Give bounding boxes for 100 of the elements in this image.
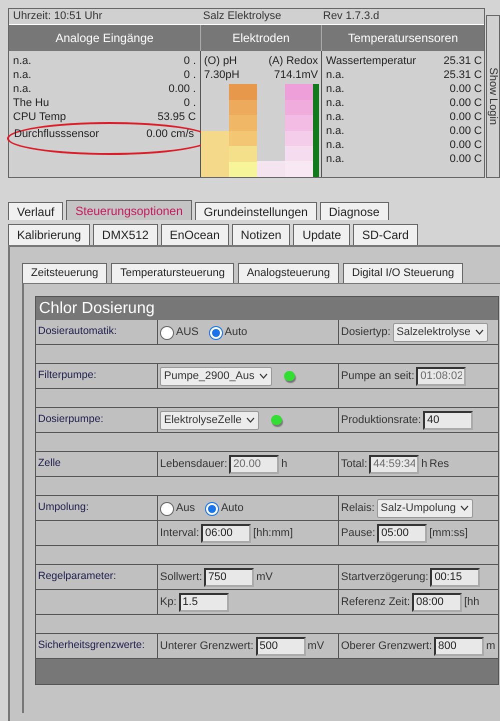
input-value: 0.00 cm/s [146,127,194,141]
row-label: Filterpumpe: [38,368,96,384]
input-name: n.a. [13,68,32,82]
field-label: mV [308,638,324,654]
field-label: [hh:mm] [253,526,293,541]
revision-text: Rev 1.7.3.d [322,9,380,24]
tab[interactable]: Zeitsteuerung [22,263,108,283]
column-heading: Temperatursensoren [348,30,458,47]
column-heading: Analoge Eingänge [55,30,154,47]
section-title: Chlor Dosierung [36,297,498,320]
input-value: 0 . [184,54,196,68]
field-label: Produktionsrate: [341,412,422,428]
input-field[interactable]: 06:00 [201,524,252,542]
tab[interactable]: Verlauf [8,202,64,220]
sensor-name: n.a. [326,96,344,110]
input-name: The Hu [13,96,50,110]
sensor-value: 0.00 C [450,82,482,96]
input-field[interactable]: 05:00 [377,524,428,542]
sensor-value: 0.00 C [450,96,482,110]
row-label: Zelle [38,456,61,472]
field-label: h [421,456,428,472]
clock-text: Uhrzeit: 10:51 Uhr [12,9,104,24]
dropdown[interactable]: ElektrolyseZelle [160,410,259,430]
input-name: n.a. [13,82,32,96]
ph-reading: 7.30pH [204,68,240,82]
field-label: m [486,638,496,654]
tab[interactable]: Notizen [232,224,290,245]
redox-reading: 714.1mV [274,68,318,82]
tab[interactable]: Digital I/O Steuerung [343,263,464,283]
field-label: Interval: [160,526,200,541]
sensor-value: 25.31 C [443,54,482,68]
sensor-value: 0.00 C [450,152,482,166]
sensor-name: n.a. [326,82,344,96]
input-field[interactable]: 08:00 [412,592,462,612]
row-label: Regelparameter: [38,569,116,584]
input-value: 0.00 . [168,82,196,96]
input-field[interactable]: 1.5 [178,592,229,612]
tab[interactable]: Update [293,224,350,245]
input-name: CPU Temp [13,110,66,124]
row-label: Umpolung: [38,500,89,516]
chevron-icon [474,329,484,335]
radio-label: Aus [176,500,195,516]
field-label: [mm:ss] [429,526,468,541]
field-label: Sollwert: [160,570,202,585]
sensor-value: 0.00 C [450,124,482,138]
dropdown[interactable]: Salzelektrolyse [392,322,488,342]
field-label: Res [429,456,449,472]
sensor-name: n.a. [326,124,344,138]
sensor-name: n.a. [326,138,344,152]
sensor-value: 0.00 C [450,110,482,124]
tab[interactable]: Kalibrierung [8,224,90,245]
tab[interactable]: Diagnose [320,202,389,220]
chevron-icon [258,373,268,379]
tab[interactable]: Analogsteuerung [238,263,340,283]
input-field[interactable]: 00:15 [430,568,480,586]
chevron-icon [246,417,255,423]
dropdown[interactable]: Pumpe_2900_Aus [160,366,272,386]
row-label: Dosierautomatik: [38,324,117,340]
input-field[interactable]: 750 [204,568,254,586]
device-title: Salz Elektrolyse [202,9,282,24]
input-field[interactable]: 500 [256,636,306,656]
input-field[interactable]: 800 [434,636,484,656]
field-label: Lebensdauer: [160,456,228,472]
field-label: Kp: [160,594,177,610]
radio-button[interactable] [160,502,174,516]
sensor-name: n.a. [326,68,344,82]
input-value: 0 . [184,68,196,82]
sensor-name: n.a. [326,152,344,166]
radio-button[interactable] [208,326,223,340]
field-label: h [281,456,288,472]
tab[interactable]: SD-Card [353,224,418,245]
sensor-name: Wassertemperatur [326,54,416,68]
field-label: Dosiertyp: [341,324,391,340]
chevron-icon [460,505,469,511]
row-label: Sicherheitsgrenzwerte: [38,638,145,654]
tab[interactable]: Temperatursteuerung [111,263,234,283]
radio-button[interactable] [160,326,174,340]
field-label: mV [256,570,273,585]
radio-label: Auto [224,324,248,340]
field-label: Relais: [341,500,375,516]
ph-label: (O) pH [204,54,237,68]
field-label: [hh [464,594,480,610]
tab[interactable]: DMX512 [93,224,158,245]
tab[interactable]: Grundeinstellungen [194,202,317,220]
sensor-name: n.a. [326,110,344,124]
field-label: Oberer Grenzwert: [341,638,432,654]
show-login-button[interactable]: Show Login [486,15,500,178]
row-label: Dosierpumpe: [38,412,104,428]
radio-button[interactable] [204,502,219,516]
field-label: Pumpe an seit: [341,368,414,384]
field-label: Total: [341,456,368,472]
column-heading: Elektroden [232,30,290,47]
tab[interactable]: EnOcean [160,224,229,245]
input-field[interactable]: 40 [423,410,474,430]
radio-label: Auto [220,500,244,516]
dropdown[interactable]: Salz-Umpolung [376,498,473,518]
radio-label: AUS [176,324,199,340]
sensor-value: 0.00 C [450,138,482,152]
sensor-value: 25.31 C [443,68,482,82]
field-label: Startverzögerung: [341,570,428,585]
